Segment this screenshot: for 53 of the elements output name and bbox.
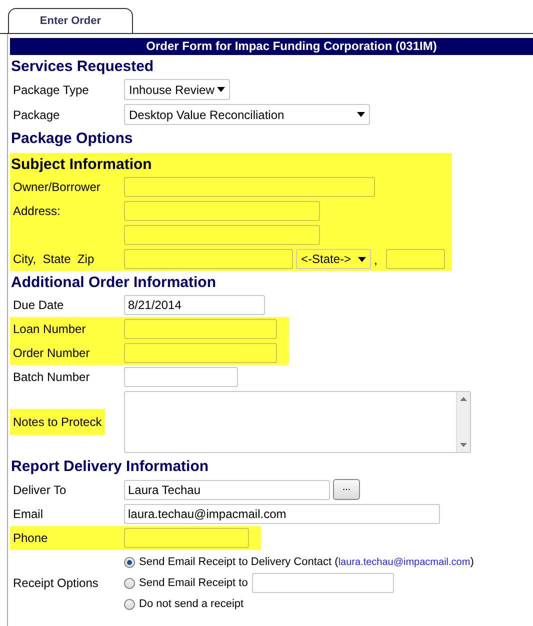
field-label: Receipt Options [12, 575, 100, 592]
field-label: Address: [12, 203, 62, 220]
field-label: City, State Zip [12, 251, 96, 268]
field-label: Package [12, 106, 61, 124]
section-heading: Services Requested [10, 57, 155, 77]
option-label: Do not send a receipt [139, 596, 244, 612]
text-field[interactable] [124, 201, 320, 221]
option-label: Send Email Receipt to [139, 576, 248, 591]
caret-icon [217, 87, 225, 92]
email-link[interactable]: laura.techau@impacmail.com [338, 556, 470, 568]
section-heading: Additional Order Information [10, 273, 217, 293]
text-field[interactable]: 8/21/2014 [124, 295, 265, 315]
field-label: Order Number [12, 345, 91, 362]
text-field[interactable] [124, 367, 238, 387]
radio-button[interactable] [124, 556, 135, 568]
separator-text: , [374, 252, 378, 269]
text-field[interactable] [124, 177, 375, 197]
field-label: Batch Number [12, 369, 91, 386]
text-field[interactable]: laura.techau@impacmail.com [124, 504, 440, 524]
text-field[interactable] [124, 528, 249, 548]
text-field[interactable] [124, 319, 277, 339]
text-field[interactable] [124, 225, 320, 245]
field-label: Phone [12, 530, 49, 547]
radio-button[interactable] [124, 578, 135, 588]
text-field[interactable] [252, 573, 394, 593]
text-field[interactable] [386, 249, 446, 269]
text-field[interactable] [124, 249, 293, 269]
tab[interactable]: Enter Order [8, 8, 133, 33]
dropdown[interactable]: Desktop Value Reconciliation [124, 104, 370, 125]
scroll-down-icon[interactable] [460, 443, 467, 447]
text-field[interactable]: Laura Techau [124, 480, 330, 500]
caret-icon [357, 112, 365, 117]
caret-icon [358, 256, 366, 262]
form-banner: Order Form for Impac Funding Corporation (031IM) [10, 38, 533, 55]
field-label: Notes to Proteck [10, 409, 105, 435]
state-dropdown[interactable]: <-State-> [296, 249, 371, 269]
lookup-button[interactable]: ... [333, 479, 360, 500]
text-field[interactable] [124, 343, 277, 363]
scrollbar[interactable] [456, 392, 470, 452]
option-label: Send Email Receipt to Delivery Contact (laura.techau@impacmail.com) [139, 554, 474, 570]
section-heading: Report Delivery Information [10, 457, 210, 477]
dropdown[interactable]: Inhouse Review [124, 79, 230, 100]
field-label: Email [12, 506, 44, 523]
section-heading: Subject Information [10, 155, 153, 175]
field-label: Deliver To [12, 482, 68, 498]
scroll-up-icon[interactable] [460, 397, 467, 401]
field-label: Due Date [12, 297, 65, 314]
field-label: Loan Number [12, 321, 87, 338]
notes-field[interactable] [124, 391, 471, 453]
radio-button[interactable] [124, 598, 135, 610]
field-label: Package Type [12, 82, 90, 98]
section-heading: Package Options [10, 129, 134, 149]
field-label: Owner/Borrower [12, 179, 102, 196]
